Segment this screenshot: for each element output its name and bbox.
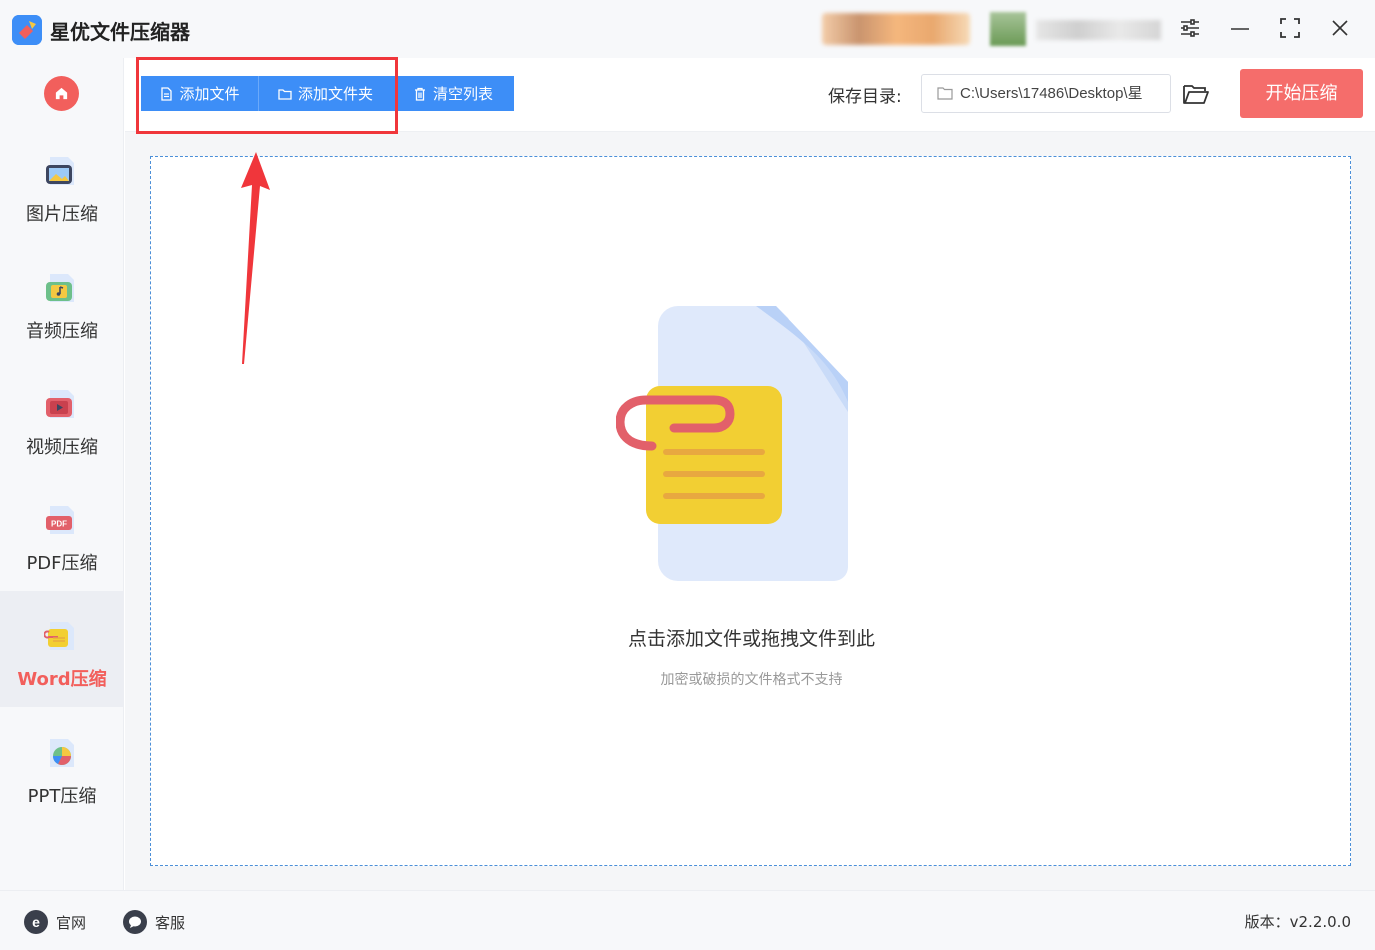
drop-zone-title: 点击添加文件或拖拽文件到此 [627,628,875,650]
support-link[interactable]: 客服 [123,910,185,934]
sidebar-item-image[interactable]: 图片压缩 [0,126,124,242]
app-title: 星优文件压缩器 [50,20,190,44]
sidebar-item-ppt[interactable]: PPT压缩 [0,708,124,824]
sidebar-item-label: 视频压缩 [26,437,98,458]
user-avatar [822,13,970,45]
website-label: 官网 [56,913,87,932]
user-name [1036,20,1161,40]
word-file-icon [44,622,74,650]
sidebar-item-video[interactable]: 视频压缩 [0,359,124,475]
sidebar-item-label: Word压缩 [17,669,107,690]
home-icon [55,87,68,100]
ie-globe-icon: e [24,910,48,934]
sidebar-item-audio[interactable]: 音频压缩 [0,243,124,359]
clear-list-label: 清空列表 [432,85,493,103]
clear-list-button[interactable]: 清空列表 [392,76,514,111]
support-label: 客服 [155,913,186,932]
footer: e 官网 客服 版本：v2.2.0.0 [0,890,1375,950]
save-path-field[interactable]: C:\Users\17486\Desktop\星 [921,74,1171,113]
sidebar-item-label: PPT压缩 [27,786,97,807]
file-drop-zone[interactable]: 点击添加文件或拖拽文件到此 加密或破损的文件格式不支持 [150,156,1351,866]
annotation-arrow-icon [241,152,270,364]
website-link[interactable]: e 官网 [24,910,86,934]
toolbar: 添加文件 添加文件夹 清空列表 保存目录: C:\Users\17486\Des… [125,57,1375,134]
svg-text:e: e [32,914,40,930]
version-text: 版本：v2.2.0.0 [1244,913,1351,931]
folder-outline-icon [937,87,953,100]
audio-file-icon [46,274,74,302]
app-logo-icon [12,15,42,45]
open-folder-icon[interactable] [1182,82,1210,106]
settings-icon[interactable] [1177,16,1203,42]
document-illustration-icon [616,306,848,581]
sidebar-item-label: 图片压缩 [26,204,98,225]
save-directory-label: 保存目录: [828,87,902,107]
chat-bubble-icon [123,910,147,934]
title-bar: 星优文件压缩器 [0,0,1375,58]
drop-zone-subtitle: 加密或破损的文件格式不支持 [660,672,843,688]
annotation-highlight-box [136,57,398,134]
sidebar-item-word[interactable]: Word压缩 [0,591,124,707]
svg-text:PDF: PDF [51,520,67,529]
ppt-file-icon [50,739,74,767]
pdf-file-icon: PDF [46,506,74,534]
home-button[interactable] [44,76,79,111]
close-icon[interactable] [1327,16,1353,42]
user-badge [990,12,1026,46]
start-compress-button[interactable]: 开始压缩 [1240,69,1363,118]
maximize-icon[interactable] [1277,16,1303,42]
video-file-icon [46,390,74,418]
image-file-icon [46,157,74,185]
minimize-icon[interactable] [1227,16,1253,42]
sidebar-item-pdf[interactable]: PDF PDF压缩 [0,475,124,591]
sidebar-item-label: 音频压缩 [26,321,98,342]
sidebar: 图片压缩 音频压缩 视频压缩 PDF PDF压缩 Word压缩 PPT压缩 [0,58,124,890]
sidebar-item-label: PDF压缩 [26,553,98,574]
trash-icon [414,87,425,101]
